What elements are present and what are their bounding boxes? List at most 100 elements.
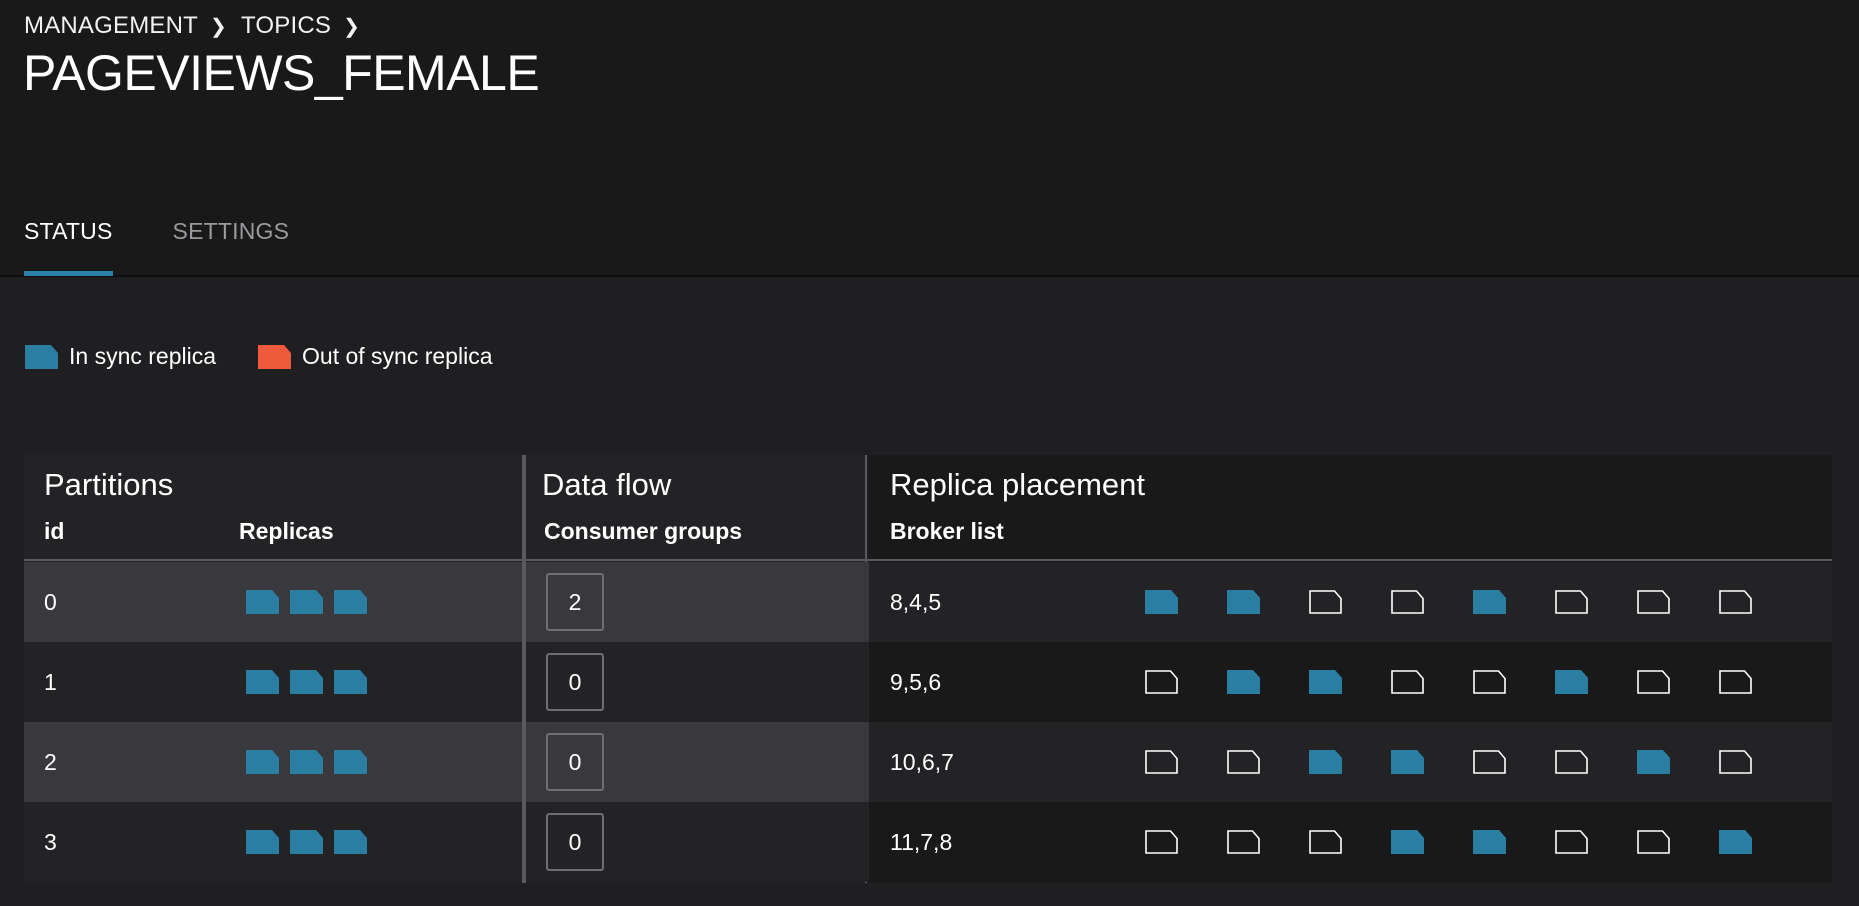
- replica-placement-icons: [1145, 830, 1753, 854]
- breadcrumb-topics[interactable]: TOPICS: [241, 12, 331, 40]
- broker-replica-icon: [1309, 670, 1342, 694]
- broker-empty-icon: [1145, 670, 1178, 694]
- replicas-icons: [246, 670, 368, 694]
- broker-empty-icon: [1145, 750, 1178, 774]
- replica-icon: [290, 830, 323, 854]
- tab-bar: STATUS SETTINGS: [24, 218, 289, 276]
- replica-icon: [290, 670, 323, 694]
- replica-icon: [246, 830, 279, 854]
- col-replicas-header: Replicas: [239, 518, 334, 544]
- partition-id-cell: 1: [24, 642, 522, 722]
- consumer-groups-cell: 2: [524, 562, 869, 642]
- table-row[interactable]: 1 0 9,5,6: [24, 642, 1832, 722]
- replica-icon: [290, 590, 323, 614]
- consumer-groups-cell: 0: [524, 722, 869, 802]
- consumer-groups-count[interactable]: 0: [546, 733, 604, 791]
- broker-empty-icon: [1473, 670, 1506, 694]
- broker-empty-icon: [1719, 590, 1752, 614]
- replica-icon: [334, 670, 367, 694]
- broker-empty-icon: [1145, 830, 1178, 854]
- table-row[interactable]: 0 2 8,4,5: [24, 562, 1832, 642]
- broker-list-cell: 9,5,6: [869, 642, 1832, 722]
- broker-empty-icon: [1391, 670, 1424, 694]
- legend-out-of-sync-label: Out of sync replica: [302, 343, 493, 369]
- legend-in-sync: In sync replica: [25, 343, 216, 370]
- replica-legend: In sync replica Out of sync replica: [25, 343, 492, 370]
- legend-in-sync-label: In sync replica: [69, 343, 217, 369]
- consumer-groups-cell: 0: [524, 642, 869, 722]
- col-consumer-groups-header: Consumer groups: [544, 518, 743, 544]
- page-title: PAGEVIEWS_FEMALE: [23, 45, 540, 101]
- table-row[interactable]: 2 0 10,6,7: [24, 722, 1832, 802]
- broker-empty-icon: [1227, 830, 1260, 854]
- broker-replica-icon: [1227, 670, 1260, 694]
- in-sync-replica-icon: [25, 344, 58, 369]
- broker-replica-icon: [1473, 830, 1506, 854]
- broker-empty-icon: [1637, 590, 1670, 614]
- broker-list: 10,6,7: [890, 748, 954, 775]
- replica-icon: [246, 750, 279, 774]
- broker-empty-icon: [1555, 750, 1588, 774]
- broker-replica-icon: [1145, 590, 1178, 614]
- replica-icon: [334, 590, 367, 614]
- replicas-icons: [246, 750, 368, 774]
- chevron-right-icon: ❯: [343, 15, 361, 38]
- broker-replica-icon: [1391, 750, 1424, 774]
- broker-empty-icon: [1719, 750, 1752, 774]
- col-id-header: id: [44, 518, 65, 544]
- broker-empty-icon: [1555, 590, 1588, 614]
- replicas-icons: [246, 830, 368, 854]
- partition-id: 1: [44, 668, 57, 695]
- broker-replica-icon: [1637, 750, 1670, 774]
- broker-empty-icon: [1309, 590, 1342, 614]
- col-broker-list-header: Broker list: [890, 518, 1004, 544]
- tab-settings[interactable]: SETTINGS: [173, 218, 290, 276]
- replica-icon: [334, 830, 367, 854]
- replicas-icons: [246, 590, 368, 614]
- broker-replica-icon: [1391, 830, 1424, 854]
- page-header: MANAGEMENT ❯ TOPICS ❯ PAGEVIEWS_FEMALE S…: [0, 0, 1859, 277]
- replica-icon: [334, 750, 367, 774]
- legend-out-of-sync: Out of sync replica: [258, 343, 492, 370]
- broker-list-cell: 8,4,5: [869, 562, 1832, 642]
- replica-placement-icons: [1145, 670, 1753, 694]
- broker-replica-icon: [1309, 750, 1342, 774]
- broker-empty-icon: [1555, 830, 1588, 854]
- replica-placement-icons: [1145, 590, 1753, 614]
- replica-icon: [290, 750, 323, 774]
- table-row[interactable]: 3 0 11,7,8: [24, 802, 1832, 882]
- broker-empty-icon: [1637, 670, 1670, 694]
- partitions-title: Partitions: [44, 467, 174, 502]
- broker-replica-icon: [1719, 830, 1752, 854]
- dataflow-title: Data flow: [542, 467, 672, 502]
- partition-id-cell: 0: [24, 562, 522, 642]
- consumer-groups-count[interactable]: 0: [546, 653, 604, 711]
- broker-list: 9,5,6: [890, 668, 942, 695]
- replica-placement-title: Replica placement: [890, 467, 1146, 502]
- replica-icon: [246, 590, 279, 614]
- replica-icon: [246, 670, 279, 694]
- breadcrumb-management[interactable]: MANAGEMENT: [24, 12, 198, 40]
- replica-placement-icons: [1145, 750, 1753, 774]
- partition-id-cell: 3: [24, 802, 522, 882]
- out-of-sync-replica-icon: [258, 344, 292, 369]
- broker-empty-icon: [1473, 750, 1506, 774]
- consumer-groups-count[interactable]: 2: [546, 573, 604, 631]
- broker-replica-icon: [1227, 590, 1260, 614]
- tab-status[interactable]: STATUS: [24, 218, 113, 276]
- broker-list-cell: 10,6,7: [869, 722, 1832, 802]
- broker-empty-icon: [1719, 670, 1752, 694]
- partition-id: 3: [44, 828, 57, 855]
- broker-replica-icon: [1555, 670, 1588, 694]
- broker-replica-icon: [1473, 590, 1506, 614]
- consumer-groups-count[interactable]: 0: [546, 813, 604, 871]
- broker-empty-icon: [1637, 830, 1670, 854]
- partition-id: 0: [44, 588, 57, 615]
- partition-id: 2: [44, 748, 57, 775]
- chevron-right-icon: ❯: [210, 15, 227, 38]
- broker-list: 8,4,5: [890, 588, 942, 615]
- header-divider: [24, 559, 1832, 561]
- broker-empty-icon: [1309, 830, 1342, 854]
- broker-empty-icon: [1391, 590, 1424, 614]
- consumer-groups-cell: 0: [524, 802, 869, 882]
